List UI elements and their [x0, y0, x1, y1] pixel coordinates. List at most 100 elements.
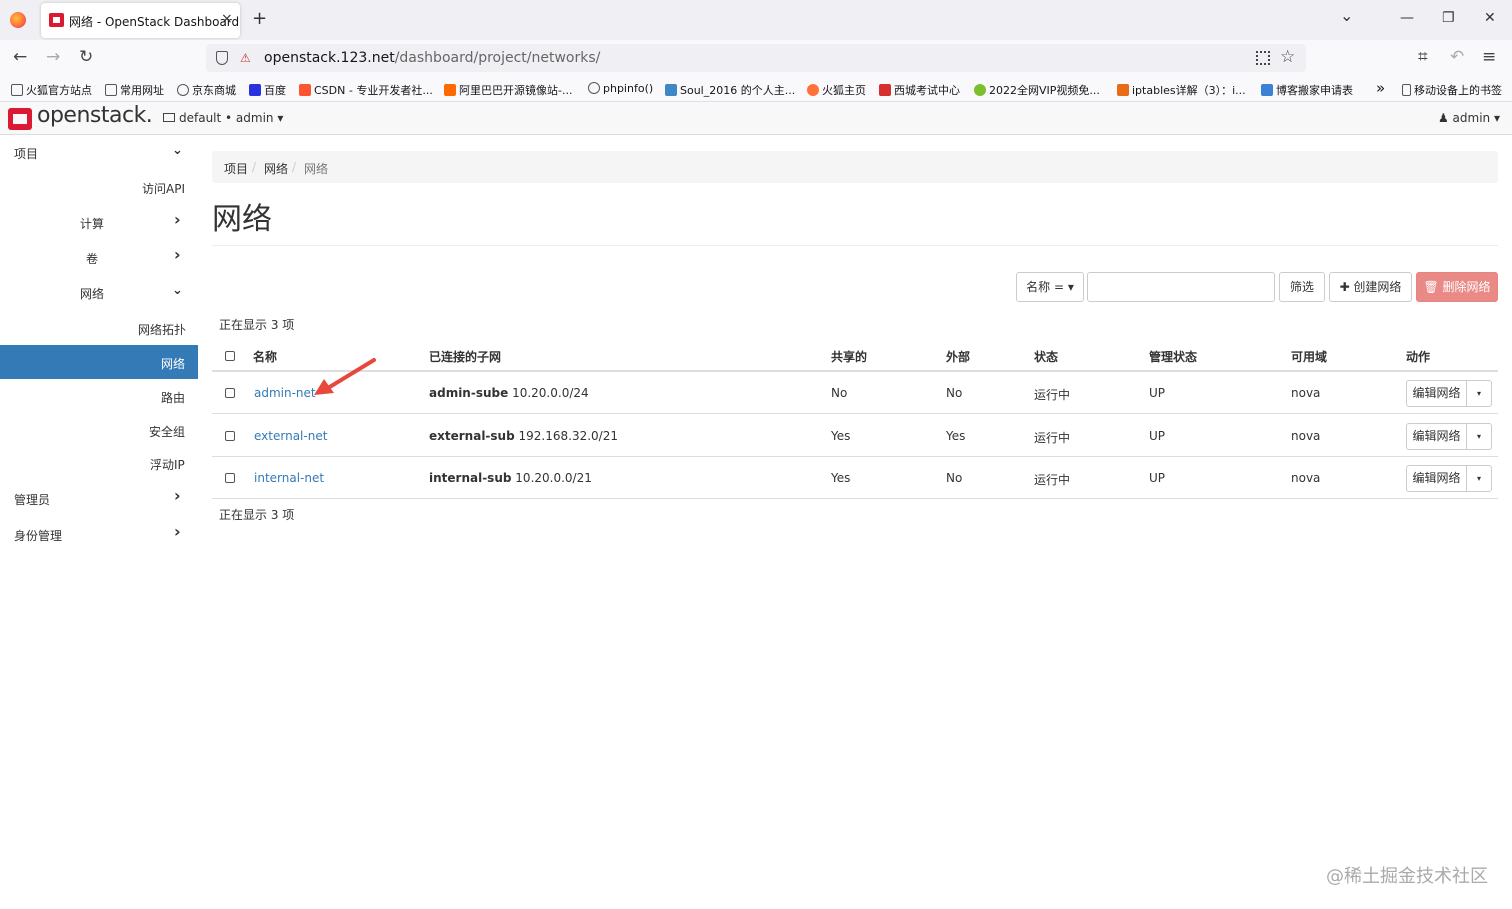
project-icon — [163, 113, 175, 122]
firefox-icon — [10, 12, 26, 28]
sidebar-item-admin[interactable]: 管理员 › — [0, 481, 198, 515]
blog-icon — [1261, 84, 1273, 96]
row-checkbox[interactable] — [225, 431, 235, 441]
breadcrumb-separator: / — [252, 160, 257, 174]
firefox-icon — [807, 84, 819, 96]
url-bar[interactable]: ⚠ openstack.123.net/dashboard/project/ne… — [206, 44, 1306, 72]
breadcrumb-item[interactable]: 网络 — [264, 160, 288, 177]
globe-icon — [588, 82, 600, 94]
column-header[interactable]: 状态 — [1034, 348, 1058, 365]
browser-tab[interactable]: 网络 - OpenStack Dashboard × — [41, 3, 240, 38]
tab-close-icon[interactable]: × — [221, 11, 233, 27]
mobile-icon — [1402, 84, 1411, 96]
back-icon[interactable]: ← — [13, 48, 27, 66]
window-close-icon[interactable]: ✕ — [1484, 10, 1496, 26]
sidebar-item-floating-ips[interactable]: 浮动IP — [0, 446, 198, 480]
sidebar-item-identity[interactable]: 身份管理 › — [0, 517, 198, 551]
sidebar-item-network[interactable]: 网络 ⌄ — [0, 275, 198, 309]
openstack-logo-text[interactable]: openstack. — [37, 103, 153, 128]
restore-icon[interactable]: ❐ — [1442, 10, 1455, 26]
breadcrumb-item[interactable]: 项目 — [224, 160, 248, 177]
caret-down-icon[interactable]: ▾ — [1467, 466, 1491, 491]
folder-icon — [105, 84, 117, 96]
shield-icon[interactable] — [216, 51, 228, 65]
bookmark-item[interactable]: 百度 — [249, 82, 286, 98]
row-checkbox[interactable] — [225, 473, 235, 483]
edit-network-button[interactable]: 编辑网络 — [1407, 424, 1467, 449]
browser-nav-bar: ← → ↻ ⚠ openstack.123.net/dashboard/proj… — [0, 40, 1512, 76]
status-value: 运行中 — [1034, 431, 1071, 445]
sidebar-item-volumes[interactable]: 卷 › — [0, 240, 198, 274]
bookmark-item[interactable]: 2022全网VIP视频免... — [974, 82, 1100, 98]
qr-code-icon[interactable] — [1256, 51, 1270, 65]
caret-down-icon[interactable]: ▾ — [1467, 424, 1491, 449]
bookmark-item[interactable]: 京东商城 — [177, 82, 236, 98]
column-header[interactable]: 名称 — [253, 348, 277, 365]
bookmark-item[interactable]: CSDN - 专业开发者社... — [299, 82, 433, 98]
reload-icon[interactable]: ↻ — [79, 48, 93, 66]
column-header[interactable]: 可用域 — [1291, 348, 1327, 365]
network-name-link[interactable]: admin-net — [254, 386, 316, 400]
network-name-link[interactable]: internal-net — [254, 471, 324, 485]
breadcrumb-item-current: 网络 — [304, 162, 329, 176]
bookmark-item[interactable]: phpinfo() — [588, 82, 653, 95]
column-header[interactable]: 外部 — [946, 348, 970, 365]
app-menu-icon[interactable]: ≡ — [1482, 48, 1496, 66]
minimize-icon[interactable]: — — [1400, 10, 1414, 26]
bookmark-item[interactable]: 阿里巴巴开源镜像站-... — [444, 82, 572, 98]
shared-value: No — [831, 386, 848, 400]
user-menu[interactable]: ♟ admin ▾ — [1438, 111, 1500, 125]
soul-icon — [665, 84, 677, 96]
new-tab-icon[interactable]: + — [252, 8, 267, 29]
caret-down-icon[interactable]: ▾ — [1467, 381, 1491, 406]
column-header[interactable]: 已连接的子网 — [429, 348, 501, 365]
openstack-logo-icon[interactable] — [8, 108, 32, 130]
edit-network-button[interactable]: 编辑网络 — [1407, 381, 1467, 406]
bookmark-item[interactable]: Soul_2016 的个人主... — [665, 82, 795, 98]
row-checkbox[interactable] — [225, 388, 235, 398]
subnet-cidr: 10.20.0.0/21 — [515, 471, 592, 485]
forward-icon[interactable]: → — [46, 48, 60, 66]
bookmark-star-icon[interactable]: ☆ — [1280, 47, 1295, 67]
column-header[interactable]: 共享的 — [831, 348, 867, 365]
sidebar-item-api-access[interactable]: 访问API — [0, 170, 198, 204]
bookmark-item[interactable]: 博客搬家申请表 — [1261, 82, 1353, 98]
bookmark-item[interactable]: 常用网址 — [105, 82, 164, 98]
select-all-checkbox[interactable] — [225, 351, 235, 361]
edit-network-button[interactable]: 编辑网络 — [1407, 466, 1467, 491]
bookmarks-overflow-icon[interactable]: » — [1376, 79, 1385, 97]
sidebar-item-project[interactable]: 项目 ⌄ — [0, 135, 198, 169]
admin-state-value: UP — [1149, 471, 1166, 485]
sidebar-item-compute[interactable]: 计算 › — [0, 205, 198, 239]
sidebar-item-routers[interactable]: 路由 — [0, 379, 198, 413]
bookmark-item[interactable]: 火狐官方站点 — [11, 82, 92, 98]
items-count-bottom: 正在显示 3 项 — [219, 508, 295, 522]
sidebar-item-security-groups[interactable]: 安全组 — [0, 413, 198, 447]
bookmark-item[interactable]: iptables详解（3）：i... — [1117, 82, 1246, 98]
insecure-lock-icon[interactable]: ⚠ — [240, 51, 252, 65]
chevron-right-icon: › — [174, 486, 181, 505]
project-selector[interactable]: default • admin ▾ — [163, 111, 283, 125]
filter-button[interactable]: 筛选 — [1279, 272, 1325, 302]
crop-icon[interactable]: ⌗ — [1418, 48, 1428, 66]
filter-field-select[interactable]: 名称 = ▾ — [1016, 272, 1084, 302]
mobile-bookmarks[interactable]: 移动设备上的书签 — [1402, 82, 1502, 98]
sidebar-item-networks[interactable]: 网络 — [0, 345, 198, 379]
availability-zone-value: nova — [1291, 429, 1321, 443]
bookmark-item[interactable]: 西城考试中心 — [879, 82, 960, 98]
bookmark-item[interactable]: 火狐主页 — [807, 82, 866, 98]
undo-icon[interactable]: ↶ — [1450, 48, 1464, 66]
column-header[interactable]: 管理状态 — [1149, 348, 1197, 365]
status-value: 运行中 — [1034, 473, 1071, 487]
table-row: internal-net internal-sub 10.20.0.0/21 Y… — [212, 457, 1498, 499]
tab-list-icon[interactable]: ⌄ — [1340, 6, 1353, 25]
create-network-button[interactable]: ✚ 创建网络 — [1329, 272, 1412, 302]
network-name-link[interactable]: external-net — [254, 429, 327, 443]
watermark: @稀土掘金技术社区 — [1326, 866, 1488, 887]
delete-networks-button[interactable]: 🗑 删除网络 — [1416, 272, 1498, 302]
external-value: Yes — [946, 429, 966, 443]
sidebar-item-network-topology[interactable]: 网络拓扑 — [0, 311, 198, 345]
url-text[interactable]: openstack.123.net/dashboard/project/netw… — [264, 50, 600, 66]
external-value: No — [946, 386, 963, 400]
filter-input[interactable] — [1087, 272, 1275, 302]
